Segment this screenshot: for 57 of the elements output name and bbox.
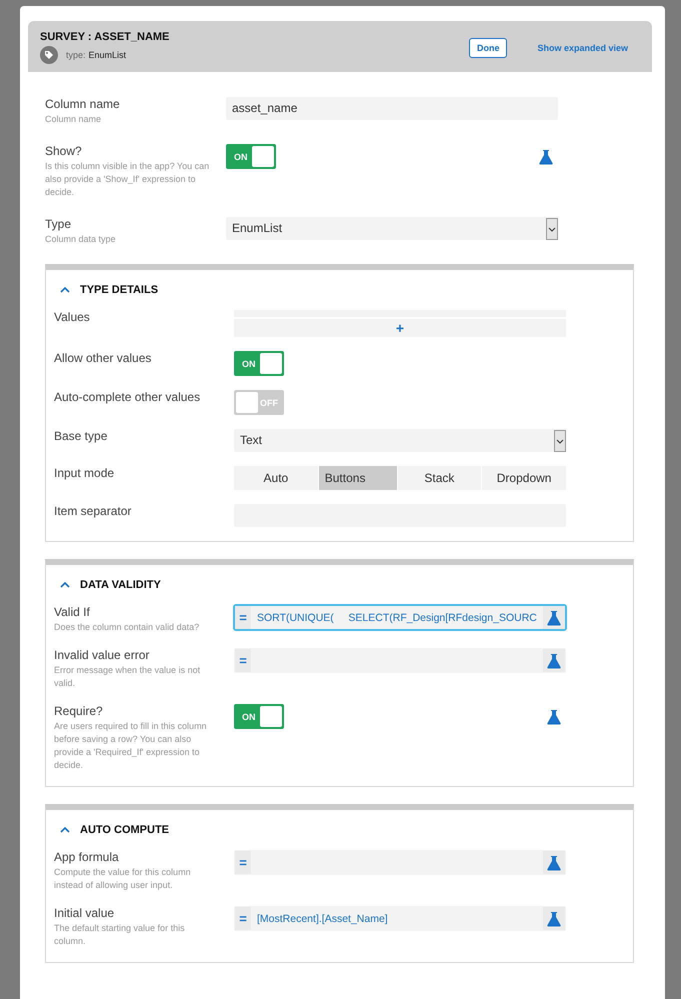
section-title[interactable]: TYPE DETAILS bbox=[80, 284, 158, 296]
expanded-view-link[interactable]: Show expanded view bbox=[537, 42, 628, 52]
toggle-switch[interactable]: ON bbox=[226, 144, 276, 169]
toggle-switch[interactable]: ON bbox=[234, 351, 284, 376]
field-hint: Does the column contain valid data? bbox=[54, 621, 200, 634]
field-label: Input mode bbox=[54, 466, 116, 480]
field-hint: Is this column visible in the app? You can also provide a 'Show_If' expression to decide. bbox=[45, 160, 210, 199]
field-hint: Compute the value for this column instead of allowing user input. bbox=[54, 866, 192, 892]
formula-field[interactable]: = bbox=[234, 648, 566, 673]
field-label: Invalid value error bbox=[54, 648, 150, 662]
type-value: EnumList bbox=[88, 50, 126, 60]
add-value-button[interactable]: + bbox=[234, 319, 566, 337]
chevron-icon[interactable] bbox=[60, 287, 70, 293]
formula-field[interactable]: = SORT(UNIQUE( SELECT(RF_Design[RFdesign_SOURC bbox=[234, 605, 566, 630]
field-label: Show? bbox=[45, 144, 83, 158]
field-label: App formula bbox=[54, 850, 120, 864]
flask-icon[interactable] bbox=[539, 148, 553, 164]
type-label: type: bbox=[66, 50, 86, 60]
field-label: Item separator bbox=[54, 504, 132, 518]
field-label: Require? bbox=[54, 704, 104, 718]
input-mode-option[interactable]: Dropdown bbox=[482, 466, 566, 490]
dropdown-field[interactable]: Text bbox=[234, 429, 566, 452]
field-hint: The default starting value for this column. bbox=[54, 922, 186, 948]
field-label: Type bbox=[45, 217, 72, 231]
flask-icon[interactable] bbox=[547, 910, 561, 926]
caret-icon bbox=[554, 430, 566, 452]
field-hint: Column name bbox=[45, 113, 102, 126]
chevron-icon[interactable] bbox=[60, 582, 70, 588]
field-label: Allow other values bbox=[54, 351, 152, 365]
flask-icon[interactable] bbox=[547, 610, 561, 626]
dialog-title: SURVEY : ASSET_NAME bbox=[40, 31, 170, 43]
field-hint: Error message when the value is not valid. bbox=[54, 664, 202, 690]
flask-icon[interactable] bbox=[547, 652, 561, 668]
caret-icon bbox=[546, 218, 558, 240]
field-label: Initial value bbox=[54, 906, 116, 920]
formula-field[interactable]: = bbox=[234, 850, 566, 875]
field-label: Valid If bbox=[54, 605, 91, 619]
input-mode-option[interactable]: Buttons bbox=[318, 466, 396, 490]
tag-icon bbox=[40, 46, 58, 64]
field-hint: Are users required to fill in this column before saving a row? You can also provide a 'Required_If' expression to decide. bbox=[54, 720, 208, 772]
toggle-switch[interactable]: ON bbox=[234, 704, 284, 729]
field-hint: Column data type bbox=[45, 233, 117, 246]
dropdown-field[interactable]: EnumList bbox=[226, 217, 558, 240]
section-title[interactable]: DATA VALIDITY bbox=[80, 579, 161, 591]
field-label: Values bbox=[54, 310, 91, 324]
input-field[interactable]: asset_name bbox=[226, 97, 558, 120]
flask-icon[interactable] bbox=[547, 854, 561, 870]
input-mode-option[interactable]: Stack bbox=[398, 466, 482, 490]
input-mode-option[interactable]: Auto bbox=[234, 466, 318, 490]
done-button[interactable]: Done bbox=[468, 38, 508, 58]
field-label: Auto-complete other values bbox=[54, 390, 202, 404]
chevron-icon[interactable] bbox=[60, 827, 70, 833]
formula-field[interactable]: = [MostRecent].[Asset_Name] bbox=[234, 906, 566, 931]
field-label: Column name bbox=[45, 97, 121, 111]
section-title[interactable]: AUTO COMPUTE bbox=[80, 824, 170, 836]
flask-icon[interactable] bbox=[547, 708, 561, 724]
field-label: Base type bbox=[54, 429, 108, 443]
